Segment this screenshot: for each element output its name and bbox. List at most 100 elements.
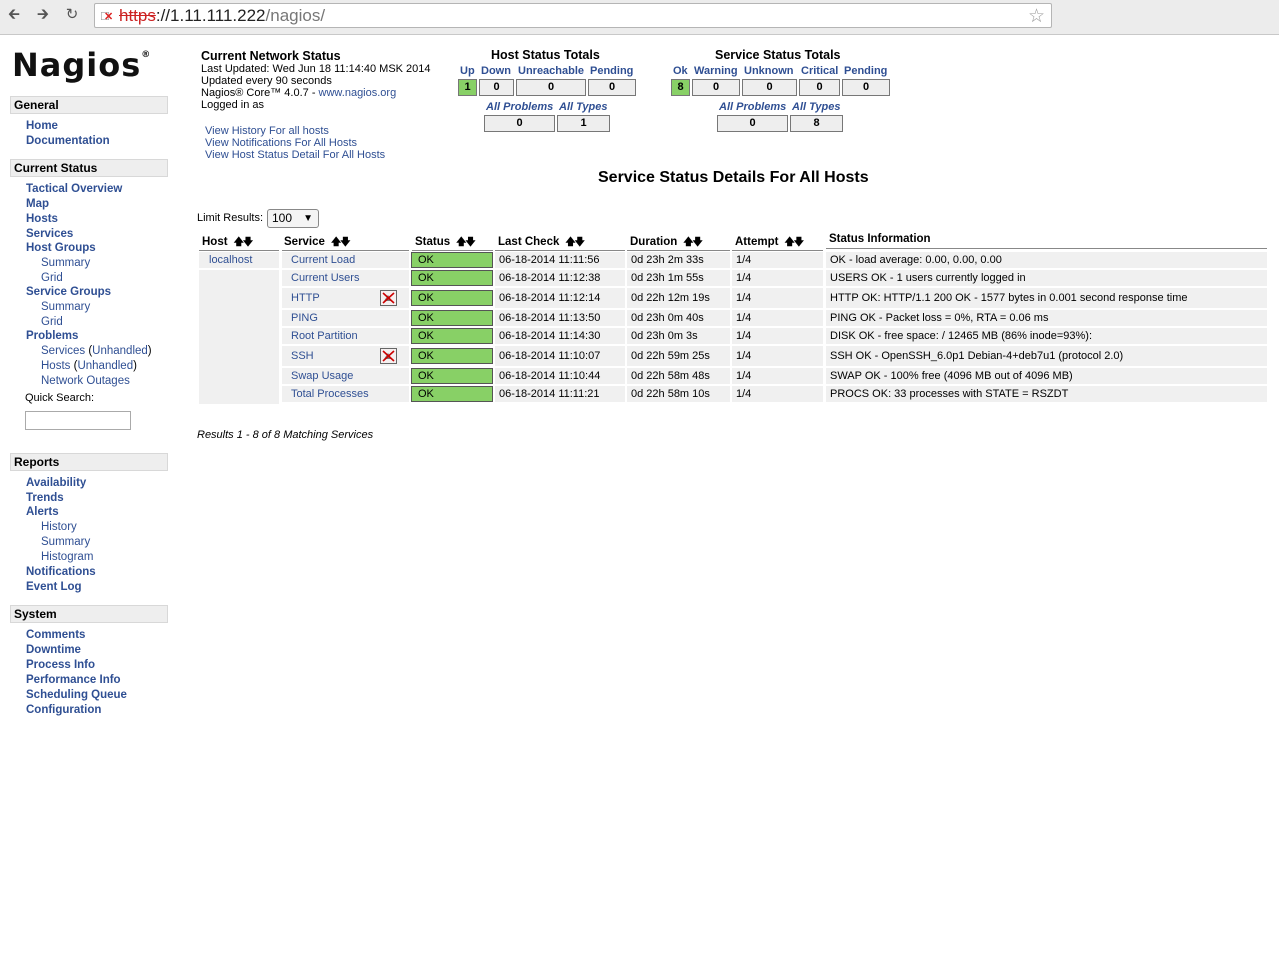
status-info-cell: DISK OK - free space: / 12465 MB (86% in… [826,328,1267,344]
sidebar-item-services-problems[interactable]: Services [41,345,85,357]
view-notifications-link[interactable]: View Notifications For All Hosts [205,137,357,149]
service-link[interactable]: Current Users [291,272,359,284]
sidebar-item-service-groups-summary[interactable]: Summary [41,301,90,313]
sidebar-item-scheduling-queue[interactable]: Scheduling Queue [26,689,127,701]
service-all-problems-value[interactable]: 0 [717,115,788,132]
sidebar-item-performance-info[interactable]: Performance Info [26,674,121,686]
service-total-critical-value[interactable]: 0 [799,79,840,96]
status-info-cell: USERS OK - 1 users currently logged in [826,270,1267,286]
address-bar[interactable]: □ ✕ https://1.11.111.222/nagios/ ☆ [94,3,1052,28]
status-badge: OK [411,270,493,286]
service-link[interactable]: Total Processes [291,388,369,400]
sidebar-item-host-groups-summary[interactable]: Summary [41,257,90,269]
host-total-unreachable-label[interactable]: Unreachable [518,65,584,77]
sidebar-item-notifications[interactable]: Notifications [26,566,96,578]
sidebar-item-host-groups[interactable]: Host Groups [26,242,96,254]
url-text[interactable]: https://1.11.111.222/nagios/ [119,6,325,26]
sidebar-item-alerts[interactable]: Alerts [26,506,59,518]
sidebar-item-alerts-history[interactable]: History [41,521,77,533]
service-total-pending-label[interactable]: Pending [844,65,887,77]
host-total-pending-value[interactable]: 0 [588,79,636,96]
nagios-org-link[interactable]: www.nagios.org [319,87,397,99]
sort-arrows-icon[interactable]: 🡅🡇 [456,237,476,248]
reload-icon[interactable]: ↻ [62,6,82,24]
sidebar-item-comments[interactable]: Comments [26,629,85,641]
host-all-problems-value[interactable]: 0 [484,115,555,132]
sidebar-item-problems[interactable]: Problems [26,330,78,342]
view-history-link[interactable]: View History For all hosts [205,125,329,137]
sidebar-item-documentation[interactable]: Documentation [26,135,110,147]
last-check-cell: 06-18-2014 11:11:21 [495,386,625,402]
sidebar-item-event-log[interactable]: Event Log [26,581,82,593]
host-all-types-label[interactable]: All Types [559,101,608,113]
sidebar-item-host-groups-grid[interactable]: Grid [41,272,63,284]
host-total-pending-label[interactable]: Pending [590,65,633,77]
host-all-problems-label[interactable]: All Problems [486,101,553,113]
view-host-detail-link[interactable]: View Host Status Detail For All Hosts [205,149,385,161]
sidebar-item-configuration[interactable]: Configuration [26,704,101,716]
service-total-critical-label[interactable]: Critical [801,65,838,77]
service-total-unknown-label[interactable]: Unknown [744,65,794,77]
sidebar-item-network-outages[interactable]: Network Outages [41,375,130,387]
sidebar-item-alerts-histogram[interactable]: Histogram [41,551,93,563]
service-total-ok-label[interactable]: Ok [673,65,688,77]
forward-icon[interactable]: 🡲 [33,6,53,24]
nagios-logo[interactable]: Nagios® [12,46,151,84]
sidebar-item-alerts-summary[interactable]: Summary [41,536,90,548]
sidebar-item-hosts[interactable]: Hosts [26,213,58,225]
host-total-up-label[interactable]: Up [460,65,475,77]
service-total-warning-value[interactable]: 0 [692,79,740,96]
sidebar-item-availability[interactable]: Availability [26,477,86,489]
service-cell: Current Users [282,270,409,286]
service-link[interactable]: HTTP [291,292,320,304]
sidebar-section-system: System [10,605,168,623]
sidebar-item-downtime[interactable]: Downtime [26,644,81,656]
sidebar-item-service-groups[interactable]: Service Groups [26,286,111,298]
sidebar-section-current-status: Current Status [10,159,168,177]
service-total-unknown-value[interactable]: 0 [742,79,797,96]
service-link[interactable]: Root Partition [291,330,358,342]
host-total-unreachable-value[interactable]: 0 [516,79,586,96]
service-total-warning-label[interactable]: Warning [694,65,738,77]
limit-results-select[interactable]: 100 ▼ [267,209,319,228]
service-cell: HTTP [282,288,409,308]
sort-arrows-icon[interactable]: 🡅🡇 [683,237,703,248]
host-total-up-value[interactable]: 1 [458,79,477,96]
host-total-down-label[interactable]: Down [481,65,511,77]
last-check-cell: 06-18-2014 11:11:56 [495,252,625,268]
sidebar-item-home[interactable]: Home [26,120,58,132]
insecure-lock-icon[interactable]: □ ✕ [101,8,115,24]
sidebar-item-services[interactable]: Services [26,228,73,240]
service-link[interactable]: SSH [291,350,314,362]
service-all-types-label[interactable]: All Types [792,101,841,113]
notifications-disabled-icon[interactable] [380,290,397,306]
sort-arrows-icon[interactable]: 🡅🡇 [331,237,351,248]
service-all-problems-label[interactable]: All Problems [719,101,786,113]
bookmark-star-icon[interactable]: ☆ [1028,5,1045,28]
sort-arrows-icon[interactable]: 🡅🡇 [784,237,804,248]
host-link-localhost[interactable]: localhost [204,254,252,266]
service-link[interactable]: Current Load [291,254,355,266]
quick-search-input[interactable] [25,411,131,430]
service-link[interactable]: PING [291,312,318,324]
host-total-down-value[interactable]: 0 [479,79,514,96]
sidebar-item-process-info[interactable]: Process Info [26,659,95,671]
service-total-ok-value[interactable]: 8 [671,79,690,96]
sort-arrows-icon[interactable]: 🡅🡇 [234,237,254,248]
sidebar-item-tactical-overview[interactable]: Tactical Overview [26,183,122,195]
sidebar-item-hosts-unhandled[interactable]: Unhandled [77,360,133,372]
service-cell: PING [282,310,409,326]
sort-arrows-icon[interactable]: 🡅🡇 [565,237,585,248]
back-icon[interactable]: 🡰 [4,6,24,24]
column-header-status: Status 🡅🡇 [412,235,493,251]
service-total-pending-value[interactable]: 0 [842,79,890,96]
notifications-disabled-icon[interactable] [380,348,397,364]
service-all-types-value[interactable]: 8 [790,115,843,132]
host-all-types-value[interactable]: 1 [557,115,610,132]
service-link[interactable]: Swap Usage [291,370,353,382]
sidebar-item-trends[interactable]: Trends [26,492,64,504]
sidebar-item-service-groups-grid[interactable]: Grid [41,316,63,328]
sidebar-item-services-unhandled[interactable]: Unhandled [92,345,148,357]
sidebar-item-map[interactable]: Map [26,198,49,210]
sidebar-item-hosts-problems[interactable]: Hosts [41,360,70,372]
